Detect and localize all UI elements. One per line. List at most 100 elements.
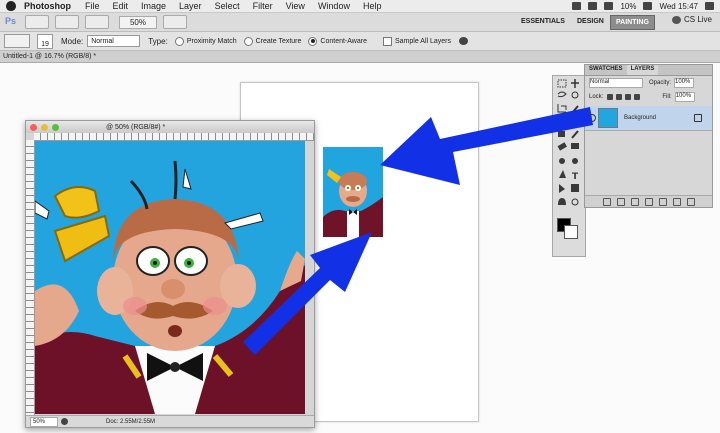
- tab-layers[interactable]: LAYERS: [626, 65, 659, 75]
- menu-edit[interactable]: Edit: [113, 1, 129, 11]
- link-layers-icon[interactable]: [602, 197, 611, 206]
- quick-selection-icon: [571, 91, 579, 99]
- horizontal-ruler[interactable]: [34, 133, 314, 141]
- floating-document-window[interactable]: @ 50% (RGB/8#) * 50% Doc: 2.55M/2.55M: [25, 120, 315, 428]
- opacity-field[interactable]: 100%: [674, 78, 695, 88]
- move-tool-icon: [571, 79, 579, 88]
- layer-lock-icon: [694, 114, 702, 122]
- bridge-button[interactable]: [25, 15, 49, 29]
- layer-mask-icon[interactable]: [630, 197, 639, 206]
- blend-row: Normal Opacity: 100%: [589, 78, 695, 88]
- layer-name: Background: [624, 115, 657, 121]
- mode-select[interactable]: Normal: [87, 35, 141, 47]
- fill-field[interactable]: 100%: [674, 92, 695, 102]
- menu-file[interactable]: File: [85, 1, 100, 11]
- radio-create-texture[interactable]: [243, 36, 253, 46]
- clone-stamp-icon: [558, 131, 565, 137]
- lock-pixels-icon[interactable]: [616, 94, 623, 100]
- blend-mode-select[interactable]: Normal: [589, 78, 643, 88]
- menu-view[interactable]: View: [286, 1, 305, 11]
- menu-bar: Photoshop File Edit Image Layer Select F…: [0, 0, 720, 13]
- brush-size-picker[interactable]: 19: [37, 33, 53, 49]
- window-status-bar: 50% Doc: 2.55M/2.55M: [26, 415, 314, 427]
- menu-window[interactable]: Window: [318, 1, 350, 11]
- cs-live-label: CS Live: [683, 15, 712, 24]
- lasso-tool-icon: [557, 91, 567, 98]
- hand-tool-icon: [558, 198, 566, 205]
- clock[interactable]: Wed 15:47: [659, 2, 698, 11]
- menu-layer[interactable]: Layer: [179, 1, 202, 11]
- eyedropper-icon: [571, 105, 579, 114]
- options-bar: 19 Mode: Normal Type: Proximity Match Cr…: [0, 32, 720, 51]
- tools-panel: T: [552, 75, 586, 257]
- minimize-icon[interactable]: [41, 123, 48, 131]
- wifi-icon[interactable]: [604, 2, 614, 10]
- mode-label: Mode:: [61, 36, 84, 46]
- screen-mode-button[interactable]: [163, 15, 187, 29]
- cs-live-button[interactable]: CS Live: [671, 15, 712, 24]
- blur-tool-icon: [559, 158, 565, 164]
- view-extras-button[interactable]: [55, 15, 79, 29]
- vertical-ruler[interactable]: [26, 140, 35, 415]
- lock-transparent-icon[interactable]: [607, 94, 614, 100]
- menu-image[interactable]: Image: [141, 1, 166, 11]
- adobe-icon[interactable]: [572, 2, 582, 10]
- layer-style-icon[interactable]: [616, 197, 625, 206]
- document-tab-label: Untitled-1 @ 16.7% (RGB/8) *: [3, 53, 97, 60]
- group-icon[interactable]: [658, 197, 667, 206]
- menu-select[interactable]: Select: [215, 1, 240, 11]
- zoom-icon[interactable]: [52, 123, 59, 131]
- bluetooth-icon[interactable]: [588, 2, 598, 10]
- pasted-image-thumbnail[interactable]: [323, 147, 383, 237]
- tab-swatches[interactable]: SWATCHES: [585, 65, 627, 75]
- arrange-documents-button[interactable]: [85, 15, 109, 29]
- workspace-painting[interactable]: PAINTING: [610, 15, 655, 30]
- close-icon[interactable]: [30, 123, 37, 131]
- search-icon[interactable]: [705, 2, 714, 10]
- window-title: @ 50% (RGB/8#) *: [106, 123, 166, 131]
- status-zoom-field[interactable]: 50%: [30, 416, 58, 427]
- layer-thumbnail: [598, 108, 618, 128]
- lock-all-icon[interactable]: [634, 94, 641, 100]
- create-texture-label: Create Texture: [255, 37, 302, 45]
- menu-help[interactable]: Help: [363, 1, 382, 11]
- image-canvas[interactable]: [35, 141, 305, 414]
- content-aware-label: Content-Aware: [320, 37, 367, 45]
- cs-live-icon: [671, 15, 681, 24]
- new-layer-icon[interactable]: [672, 197, 681, 206]
- window-titlebar[interactable]: @ 50% (RGB/8#) *: [26, 121, 314, 133]
- adjustment-layer-icon[interactable]: [644, 197, 653, 206]
- trash-icon[interactable]: [686, 197, 695, 206]
- menu-app[interactable]: Photoshop: [24, 1, 71, 11]
- tool-preset-picker[interactable]: [4, 34, 30, 48]
- radio-content-aware[interactable]: [308, 36, 318, 46]
- status-menu-icon[interactable]: [61, 418, 68, 425]
- radio-proximity-match[interactable]: [174, 36, 184, 46]
- battery-level[interactable]: 10%: [620, 2, 636, 11]
- photoshop-logo-icon: Ps: [5, 16, 17, 26]
- sample-all-layers-checkbox[interactable]: [382, 36, 392, 46]
- layer-background[interactable]: Background: [585, 106, 712, 131]
- cartoon-illustration: [35, 141, 305, 414]
- crop-tool-icon: [557, 104, 567, 113]
- zoom-level-select[interactable]: 50%: [119, 15, 157, 29]
- visibility-eye-icon[interactable]: [588, 114, 596, 122]
- path-selection-icon: [559, 184, 565, 193]
- background-color-swatch[interactable]: [564, 225, 578, 239]
- type-label: Type:: [148, 36, 168, 46]
- sample-all-layers-label: Sample All Layers: [394, 37, 452, 45]
- pressure-icon[interactable]: [459, 37, 469, 45]
- brush-tool-icon: [571, 116, 579, 125]
- layers-panel-footer: [585, 195, 712, 207]
- status-menus: 10% Wed 15:47: [572, 0, 714, 12]
- workspace-design[interactable]: DESIGN: [572, 15, 609, 28]
- document-tab[interactable]: Untitled-1 @ 16.7% (RGB/8) *: [0, 51, 720, 63]
- zoom-tool-icon: [571, 198, 579, 206]
- menu-filter[interactable]: Filter: [253, 1, 273, 11]
- lock-position-icon[interactable]: [625, 94, 632, 100]
- shape-tool-icon: [571, 184, 579, 192]
- application-bar: Ps 50% ESSENTIALS DESIGN PAINTING CS Liv…: [0, 13, 720, 32]
- apple-icon[interactable]: [6, 1, 16, 11]
- workspace-essentials[interactable]: ESSENTIALS: [516, 15, 570, 28]
- battery-icon[interactable]: [643, 2, 653, 10]
